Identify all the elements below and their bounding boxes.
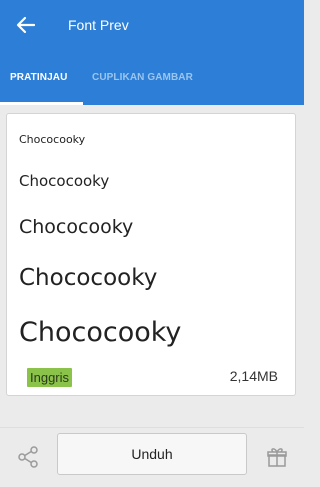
font-sample-text: Chococooky [19, 216, 134, 238]
app-bar: Font Prev PRATINJAU CUPLIKAN GAMBAR [0, 0, 304, 105]
active-tab-indicator [0, 102, 83, 105]
share-icon [18, 446, 38, 468]
file-size: 2,14MB [229, 368, 278, 384]
font-preview-card: Chococooky Chococooky Chococooky Chococo… [6, 113, 296, 396]
language-badge: Inggris [27, 368, 73, 387]
download-button[interactable]: Unduh [57, 433, 247, 475]
back-button[interactable] [10, 10, 42, 40]
gift-icon [267, 448, 287, 467]
tab-image-preview[interactable]: CUPLIKAN GAMBAR [92, 72, 193, 83]
font-sample-text: Chococooky [19, 317, 182, 348]
font-sample-text: Chococooky [19, 133, 86, 146]
app-title: Font Prev [68, 17, 129, 33]
font-sample-text: Chococooky [19, 172, 110, 190]
back-arrow-icon [16, 16, 36, 34]
share-button[interactable] [14, 442, 42, 472]
bottom-action-bar: Unduh [0, 427, 304, 487]
tab-preview[interactable]: PRATINJAU [10, 72, 67, 83]
gift-button[interactable] [262, 442, 292, 472]
font-sample-text: Chococooky [19, 265, 158, 291]
